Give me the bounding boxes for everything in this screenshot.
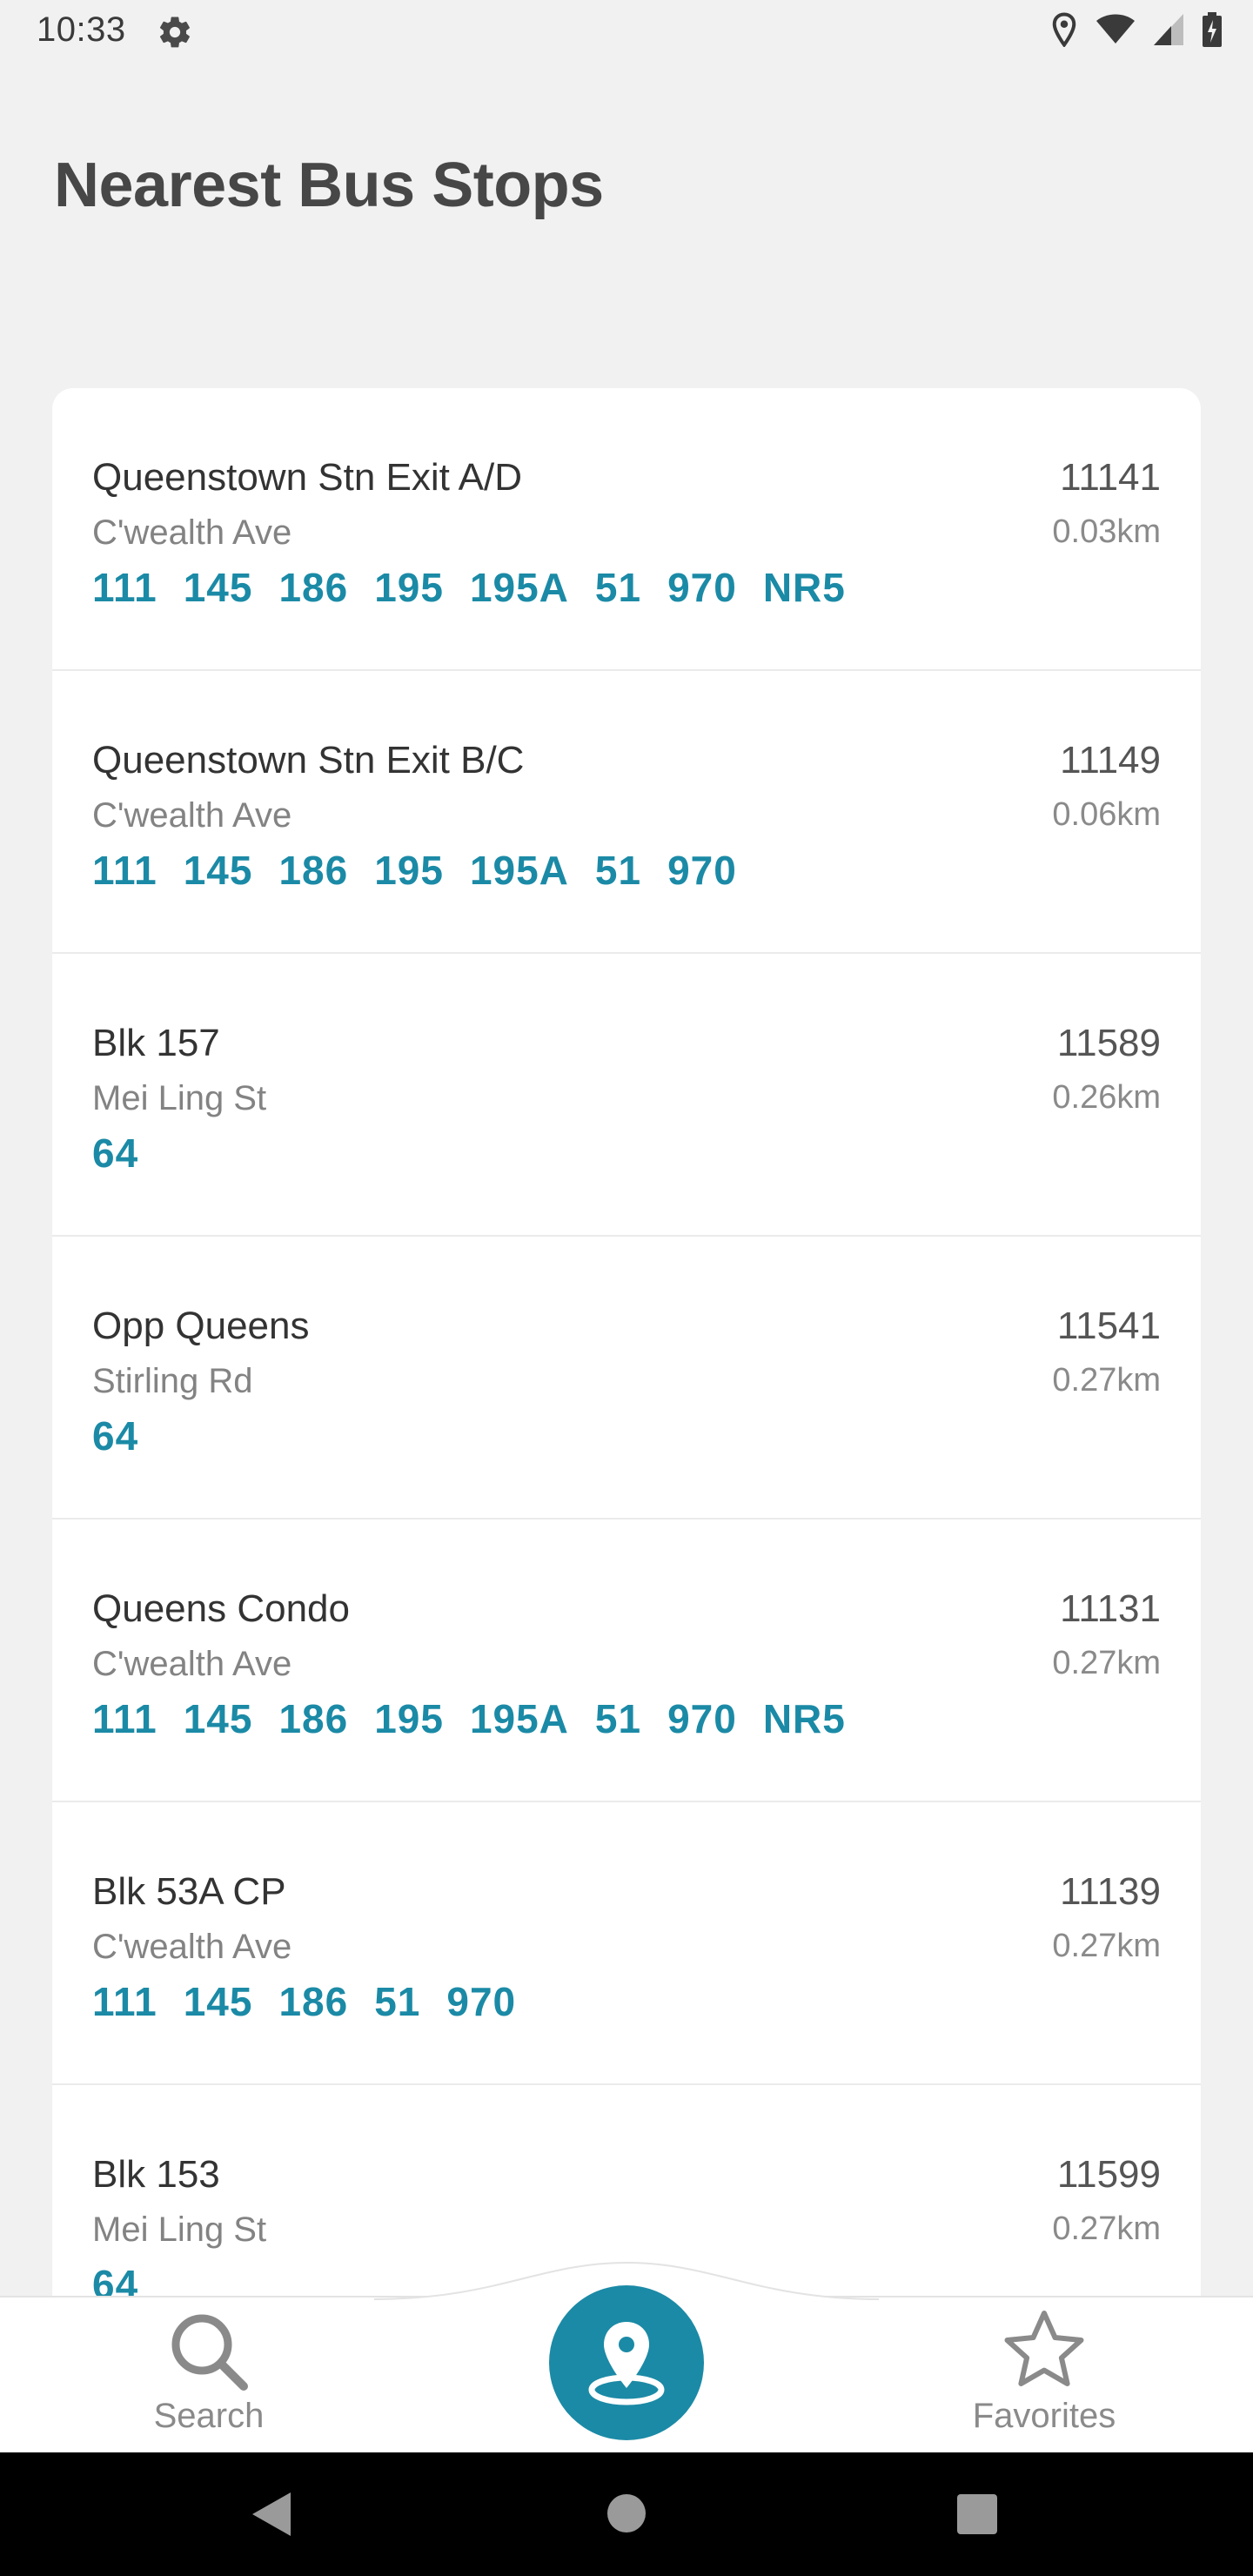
map-pin-icon bbox=[579, 2313, 674, 2413]
stop-distance: 0.27km bbox=[1052, 1362, 1161, 1399]
stop-code: 11599 bbox=[1056, 2153, 1161, 2196]
home-icon[interactable] bbox=[607, 2494, 646, 2532]
bus-stop-item[interactable]: Opp Queens Stirling Rd 11541 0.27km 64 bbox=[52, 1237, 1201, 1519]
nav-favorites-label: Favorites bbox=[972, 2397, 1116, 2435]
bus-service-number: 145 bbox=[183, 565, 253, 610]
stop-distance: 0.03km bbox=[1052, 513, 1161, 550]
stop-name: Blk 153 bbox=[92, 2153, 220, 2196]
stop-name: Queenstown Stn Exit B/C bbox=[92, 739, 525, 782]
bus-services: 64 bbox=[92, 1130, 138, 1177]
bus-service-number: 195 bbox=[374, 1696, 444, 1741]
battery-charging-icon bbox=[1203, 12, 1222, 47]
bus-service-number: 111 bbox=[92, 565, 157, 610]
bus-services: 111 145 186 51 970 bbox=[92, 1978, 516, 2025]
system-navigation-bar bbox=[0, 2452, 1253, 2576]
stop-distance: 0.27km bbox=[1052, 2210, 1161, 2247]
nav-search-button[interactable]: Search bbox=[122, 2298, 296, 2454]
bus-services: 64 bbox=[92, 2261, 138, 2296]
signal-icon bbox=[1154, 14, 1183, 45]
app-root: 10:33 Nearest Bus Stops Queenstown Stn E… bbox=[0, 0, 1253, 2576]
search-icon bbox=[164, 2306, 254, 2397]
stop-code: 11141 bbox=[1060, 456, 1161, 499]
road-name: C'wealth Ave bbox=[92, 796, 292, 835]
bus-service-number: 195 bbox=[374, 848, 444, 893]
bus-service-number: 64 bbox=[92, 2262, 139, 2296]
stop-name: Blk 53A CP bbox=[92, 1870, 286, 1913]
stop-code: 11541 bbox=[1056, 1305, 1161, 1347]
bus-service-number: 145 bbox=[183, 1979, 253, 2024]
stop-name: Queenstown Stn Exit A/D bbox=[92, 456, 523, 499]
bus-service-number: NR5 bbox=[762, 1696, 846, 1741]
bus-service-number: 970 bbox=[667, 848, 737, 893]
road-name: C'wealth Ave bbox=[92, 1645, 292, 1683]
bus-service-number: 145 bbox=[183, 1696, 253, 1741]
bus-service-number: 186 bbox=[278, 565, 349, 610]
bus-services: 111 145 186 195 195A 51 970 NR5 bbox=[92, 1695, 846, 1742]
bus-stop-item[interactable]: Queenstown Stn Exit A/D C'wealth Ave 11141… bbox=[52, 388, 1201, 671]
road-name: Mei Ling St bbox=[92, 2210, 267, 2249]
bus-stop-item[interactable]: Queens Condo C'wealth Ave 11131 0.27km 111 14… bbox=[52, 1519, 1201, 1802]
road-name: Stirling Rd bbox=[92, 1362, 253, 1400]
bus-service-number: 186 bbox=[278, 1696, 349, 1741]
stop-code: 11589 bbox=[1056, 1022, 1161, 1064]
wifi-icon bbox=[1096, 14, 1135, 45]
bus-service-number: 195A bbox=[469, 565, 569, 610]
stop-name: Queens Condo bbox=[92, 1587, 350, 1630]
bus-service-number: 51 bbox=[374, 1979, 421, 2024]
bus-service-number: 186 bbox=[278, 1979, 349, 2024]
bus-service-number: 111 bbox=[92, 1696, 157, 1741]
stop-distance: 0.26km bbox=[1052, 1079, 1161, 1116]
location-icon bbox=[1051, 12, 1077, 47]
bus-services: 111 145 186 195 195A 51 970 bbox=[92, 847, 737, 894]
stop-code: 11149 bbox=[1060, 739, 1161, 782]
nav-search-label: Search bbox=[153, 2397, 265, 2435]
bus-service-number: 64 bbox=[92, 1413, 139, 1459]
stop-code: 11139 bbox=[1060, 1870, 1161, 1913]
bus-service-number: 195A bbox=[469, 848, 569, 893]
road-name: Mei Ling St bbox=[92, 1079, 267, 1117]
road-name: C'wealth Ave bbox=[92, 1928, 292, 1966]
stop-code: 11131 bbox=[1060, 1587, 1161, 1630]
bus-service-number: 111 bbox=[92, 848, 157, 893]
bus-service-number: 51 bbox=[594, 565, 642, 610]
bus-service-number: 51 bbox=[594, 1696, 642, 1741]
bus-service-number: 145 bbox=[183, 848, 253, 893]
bus-service-number: 64 bbox=[92, 1130, 139, 1176]
stop-distance: 0.27km bbox=[1052, 1645, 1161, 1681]
recent-apps-icon[interactable] bbox=[957, 2494, 997, 2534]
status-time: 10:33 bbox=[37, 10, 126, 49]
status-bar: 10:33 bbox=[0, 0, 1253, 63]
bus-service-number: 970 bbox=[667, 565, 737, 610]
bus-service-number: 195A bbox=[469, 1696, 569, 1741]
page-title: Nearest Bus Stops bbox=[54, 151, 604, 220]
bus-service-number: 970 bbox=[667, 1696, 737, 1741]
bus-services: 111 145 186 195 195A 51 970 NR5 bbox=[92, 564, 846, 611]
star-icon bbox=[999, 2306, 1089, 2397]
bus-service-number: 195 bbox=[374, 565, 444, 610]
bus-service-number: 111 bbox=[92, 1979, 157, 2024]
bus-stop-list[interactable]: Queenstown Stn Exit A/D C'wealth Ave 11141… bbox=[52, 388, 1201, 2296]
bus-services: 64 bbox=[92, 1412, 138, 1459]
road-name: C'wealth Ave bbox=[92, 513, 292, 552]
bus-stop-item[interactable]: Blk 53A CP C'wealth Ave 11139 0.27km 111 145 1… bbox=[52, 1802, 1201, 2085]
bus-service-number: 970 bbox=[446, 1979, 517, 2024]
stop-distance: 0.27km bbox=[1052, 1928, 1161, 1964]
bus-service-number: 186 bbox=[278, 848, 349, 893]
bottom-navigation: Search Favorites bbox=[0, 2261, 1253, 2454]
stop-name: Blk 157 bbox=[92, 1022, 220, 1064]
bus-stop-item[interactable]: Blk 157 Mei Ling St 11589 0.26km 64 bbox=[52, 954, 1201, 1237]
bus-service-number: 51 bbox=[594, 848, 642, 893]
bus-service-number: NR5 bbox=[762, 565, 846, 610]
back-icon[interactable] bbox=[252, 2492, 291, 2540]
bus-stop-item[interactable]: Queenstown Stn Exit B/C C'wealth Ave 11149… bbox=[52, 671, 1201, 954]
settings-gear-icon bbox=[157, 14, 193, 50]
nav-favorites-button[interactable]: Favorites bbox=[948, 2298, 1140, 2454]
nav-nearby-button[interactable] bbox=[549, 2285, 704, 2440]
stop-name: Opp Queens bbox=[92, 1305, 310, 1347]
status-icons bbox=[1051, 12, 1222, 47]
stop-distance: 0.06km bbox=[1052, 796, 1161, 833]
